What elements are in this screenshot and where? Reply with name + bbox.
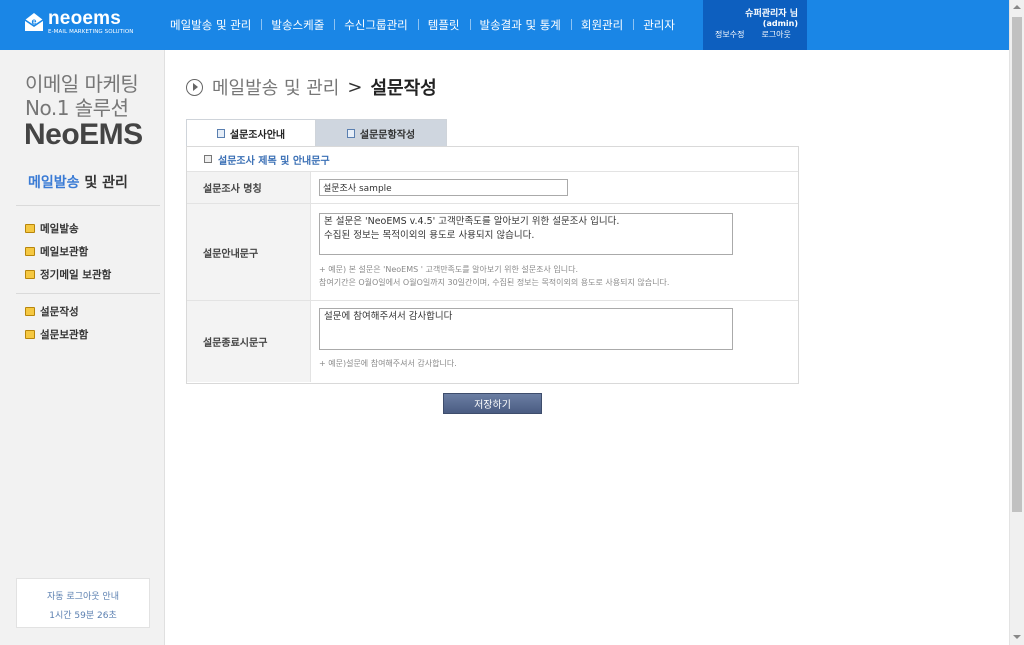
sidebar: 이메일 마케팅 No.1 솔루션 NeoEMS 메일발송 및 관리 메일발송 메… [0, 50, 165, 645]
svg-text:e: e [31, 17, 36, 27]
vertical-scrollbar[interactable] [1009, 0, 1024, 645]
end-hint: + 예문)설문에 참여해주셔서 감사합니다. [319, 359, 457, 368]
main-menu: 메일발송 및 관리 발송스케줄 수신그룹관리 템플릿 발송결과 및 통계 회원관… [160, 0, 685, 50]
survey-guide-label: 설문안내문구 [187, 204, 311, 300]
user-id: (admin) [762, 19, 798, 28]
survey-end-textarea[interactable]: 설문에 참여해주셔서 감사합니다 [319, 308, 733, 350]
promo-brand: NeoEMS [24, 118, 143, 151]
sidebar-item-label: 메일보관함 [40, 246, 89, 258]
document-icon [216, 128, 225, 138]
tab-survey-questions[interactable]: 설문문항작성 [316, 119, 447, 147]
neoems-logo[interactable]: e neoems E-MAIL MARKETING SOLUTION [23, 9, 133, 41]
survey-end-label: 설문종료시문구 [187, 301, 311, 382]
sidebar-menu-survey: 설문작성 설문보관함 [25, 300, 88, 346]
mail-send-icon [25, 224, 35, 233]
tab-label: 설문조사안내 [229, 129, 286, 141]
sidebar-divider [16, 293, 160, 294]
sidebar-item-label: 설문작성 [40, 306, 79, 318]
list-icon [204, 155, 212, 163]
sidebar-item-mail-archive[interactable]: 메일보관함 [25, 240, 111, 263]
guide-hint-line-1: + 예문) 본 설문은 'NeoEMS ' 고객만족도를 알아보기 위한 설문조… [319, 265, 579, 274]
survey-archive-icon [25, 330, 35, 339]
nav-mail-send-manage[interactable]: 메일발송 및 관리 [160, 17, 261, 33]
promo-text: 이메일 마케팅 No.1 솔루션 [25, 72, 139, 120]
sidebar-item-mail-send[interactable]: 메일발송 [25, 217, 111, 240]
nav-template[interactable]: 템플릿 [417, 17, 470, 33]
form-heading: 설문조사 제목 및 안내문구 [187, 147, 798, 172]
auto-logout-timer: 1시간 59분 26초 [49, 611, 117, 621]
survey-title-input[interactable] [319, 179, 568, 196]
sidebar-section-title: 메일발송 및 관리 [28, 172, 128, 192]
sidebar-item-label: 정기메일 보관함 [40, 269, 112, 281]
scroll-down-icon[interactable] [1013, 635, 1021, 639]
sidebar-item-survey-archive[interactable]: 설문보관함 [25, 323, 88, 346]
survey-guide-textarea[interactable]: 본 설문은 'NeoEMS v.4.5' 고객만족도를 알아보기 위한 설문조사… [319, 213, 733, 255]
circle-arrow-icon [186, 78, 203, 96]
mail-archive-icon [25, 247, 35, 256]
promo-line-1: 이메일 마케팅 [25, 72, 139, 96]
survey-title-label: 설문조사 명칭 [187, 172, 311, 203]
breadcrumb-parent[interactable]: 메일발송 및 관리 [212, 74, 339, 100]
question-icon [346, 128, 355, 138]
guide-text-line-1: 본 설문은 'NeoEMS v.4.5' 고객만족도를 알아보기 위한 설문조사… [324, 216, 620, 227]
row-survey-title: 설문조사 명칭 [187, 172, 798, 204]
survey-create-icon [25, 307, 35, 316]
sidebar-divider [16, 205, 160, 206]
scroll-up-icon[interactable] [1013, 5, 1021, 9]
scrollbar-thumb[interactable] [1012, 17, 1022, 512]
user-name: 슈퍼관리자 님 [745, 9, 798, 19]
survey-form: 설문조사 제목 및 안내문구 설문조사 명칭 설문안내문구 본 설문은 'Neo… [186, 146, 799, 384]
guide-hint-line-2: 참여기간은 O월O일에서 O월O일까지 30일간이며, 수집된 정보는 목적이외… [319, 278, 670, 287]
brand-name: neoems [48, 8, 122, 29]
tab-label: 설문문항작성 [359, 129, 416, 141]
page-title: 설문작성 [370, 78, 437, 99]
survey-tabs: 설문조사안내 설문문항작성 [186, 119, 447, 147]
sidebar-menu-mail: 메일발송 메일보관함 정기메일 보관함 [25, 217, 111, 286]
sidebar-item-label: 설문보관함 [40, 329, 89, 341]
save-button[interactable]: 저장하기 [443, 393, 542, 414]
row-survey-end: 설문종료시문구 설문에 참여해주셔서 감사합니다 + 예문)설문에 참여해주셔서… [187, 301, 798, 382]
nav-recipient-group[interactable]: 수신그룹관리 [334, 17, 417, 33]
logout-link[interactable]: 로그아웃 [761, 29, 790, 40]
section-title-rest: 및 관리 [79, 175, 128, 191]
edit-profile-link[interactable]: 정보수정 [715, 29, 744, 40]
row-survey-guide: 설문안내문구 본 설문은 'NeoEMS v.4.5' 고객만족도를 알아보기 … [187, 204, 798, 301]
guide-text-line-2: 수집된 정보는 목적이외의 용도로 사용되지 않습니다. [324, 230, 535, 241]
sidebar-item-recurring-archive[interactable]: 정기메일 보관함 [25, 263, 111, 286]
user-panel: 슈퍼관리자 님 (admin) 정보수정 로그아웃 [703, 0, 807, 50]
form-heading-text: 설문조사 제목 및 안내문구 [218, 155, 330, 167]
top-navigation-bar: e neoems E-MAIL MARKETING SOLUTION 메일발송 … [0, 0, 1009, 50]
breadcrumb: 메일발송 및 관리 > 설문작성 [186, 74, 437, 100]
recurring-mail-icon [25, 270, 35, 279]
breadcrumb-separator: > [347, 76, 363, 98]
brand-tagline: E-MAIL MARKETING SOLUTION [48, 29, 134, 35]
sidebar-item-survey-create[interactable]: 설문작성 [25, 300, 88, 323]
tab-survey-guide[interactable]: 설문조사안내 [186, 119, 316, 147]
nav-member-manage[interactable]: 회원관리 [570, 17, 633, 33]
nav-send-result-stats[interactable]: 발송결과 및 통계 [469, 17, 571, 33]
end-text: 설문에 참여해주셔서 감사합니다 [324, 311, 453, 322]
auto-logout-box: 자동 로그아웃 안내 1시간 59분 26초 [16, 578, 150, 628]
section-title-highlight: 메일발송 [28, 175, 80, 191]
envelope-logo-icon: e [24, 13, 44, 31]
nav-admin[interactable]: 관리자 [633, 17, 685, 33]
promo-line-2: No.1 솔루션 [25, 96, 129, 120]
nav-send-schedule[interactable]: 발송스케줄 [261, 17, 334, 33]
sidebar-item-label: 메일발송 [40, 223, 79, 235]
auto-logout-title: 자동 로그아웃 안내 [47, 592, 119, 602]
